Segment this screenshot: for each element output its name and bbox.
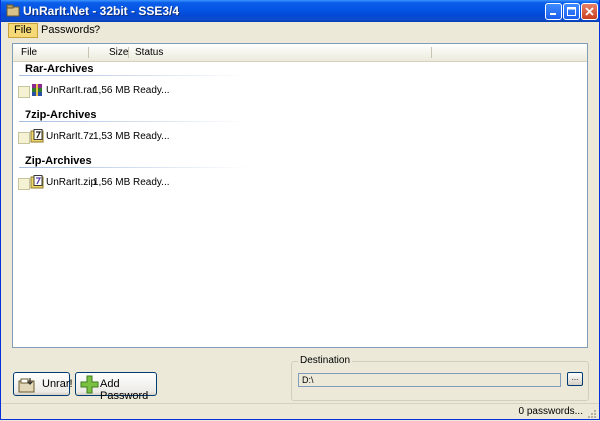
group-divider bbox=[19, 121, 249, 122]
add-password-button[interactable]: Add Password bbox=[75, 372, 157, 402]
add-password-label: Add Password bbox=[100, 378, 149, 402]
status-bar: 0 passwords... bbox=[1, 403, 599, 421]
menu-bar: File Passwords ? bbox=[1, 22, 599, 40]
archive-list[interactable]: File Size Status Rar-Archives UnRarIt.ra… bbox=[12, 43, 588, 348]
column-separator bbox=[128, 47, 129, 58]
browse-button[interactable]: ... bbox=[567, 372, 583, 386]
column-separator bbox=[431, 47, 432, 58]
column-header: File Size Status bbox=[13, 44, 587, 62]
list-item[interactable]: UnRarIt.rar 1,56 MB Ready... bbox=[13, 82, 587, 100]
group-header-zip: Zip-Archives bbox=[25, 155, 92, 167]
plus-icon bbox=[80, 375, 99, 394]
column-status[interactable]: Status bbox=[135, 44, 163, 61]
file-name: UnRarIt.7z bbox=[46, 131, 94, 142]
item-checkbox[interactable] bbox=[18, 178, 30, 190]
file-size: 1,56 MB bbox=[93, 177, 131, 188]
app-icon bbox=[6, 4, 20, 17]
minimize-icon bbox=[550, 13, 556, 15]
zip-archive-icon bbox=[30, 175, 44, 189]
column-size[interactable]: Size bbox=[109, 44, 128, 61]
minimize-button[interactable] bbox=[545, 3, 562, 20]
file-status: Ready... bbox=[133, 131, 170, 142]
menu-help[interactable]: ? bbox=[89, 23, 105, 38]
maximize-icon bbox=[567, 7, 576, 16]
7z-archive-icon bbox=[30, 129, 44, 143]
file-name: UnRarIt.rar bbox=[46, 85, 96, 96]
unrar-button[interactable]: Unrar! bbox=[13, 372, 73, 396]
main-window: UnRarIt.Net - 32bit - SSE3/4 File Passwo… bbox=[0, 0, 600, 420]
list-item[interactable]: UnRarIt.7z 1,53 MB Ready... bbox=[13, 128, 587, 146]
file-status: Ready... bbox=[133, 177, 170, 188]
group-divider bbox=[19, 75, 249, 76]
item-checkbox[interactable] bbox=[18, 132, 30, 144]
status-text: 0 passwords... bbox=[518, 406, 583, 417]
column-separator bbox=[88, 47, 89, 58]
item-checkbox[interactable] bbox=[18, 86, 30, 98]
window-title: UnRarIt.Net - 32bit - SSE3/4 bbox=[23, 4, 180, 18]
file-status: Ready... bbox=[133, 85, 170, 96]
menu-file[interactable]: File bbox=[8, 23, 38, 38]
resize-grip-icon[interactable] bbox=[587, 409, 597, 419]
destination-field[interactable]: D:\ bbox=[298, 373, 561, 387]
list-item[interactable]: UnRarIt.zip 1,56 MB Ready... bbox=[13, 174, 587, 192]
file-size: 1,56 MB bbox=[93, 85, 131, 96]
column-file[interactable]: File bbox=[21, 44, 37, 61]
group-header-rar: Rar-Archives bbox=[25, 63, 94, 75]
rar-archive-icon bbox=[32, 84, 42, 96]
close-icon bbox=[585, 7, 594, 16]
extract-icon bbox=[18, 378, 35, 393]
maximize-button[interactable] bbox=[563, 3, 580, 20]
group-divider bbox=[19, 167, 249, 168]
file-size: 1,53 MB bbox=[93, 131, 131, 142]
unrar-label: Unrar! bbox=[42, 378, 73, 390]
destination-label: Destination bbox=[298, 355, 353, 366]
close-button[interactable] bbox=[581, 3, 598, 20]
file-name: UnRarIt.zip bbox=[46, 177, 97, 188]
title-bar[interactable]: UnRarIt.Net - 32bit - SSE3/4 bbox=[1, 0, 599, 22]
group-header-7zip: 7zip-Archives bbox=[25, 109, 97, 121]
